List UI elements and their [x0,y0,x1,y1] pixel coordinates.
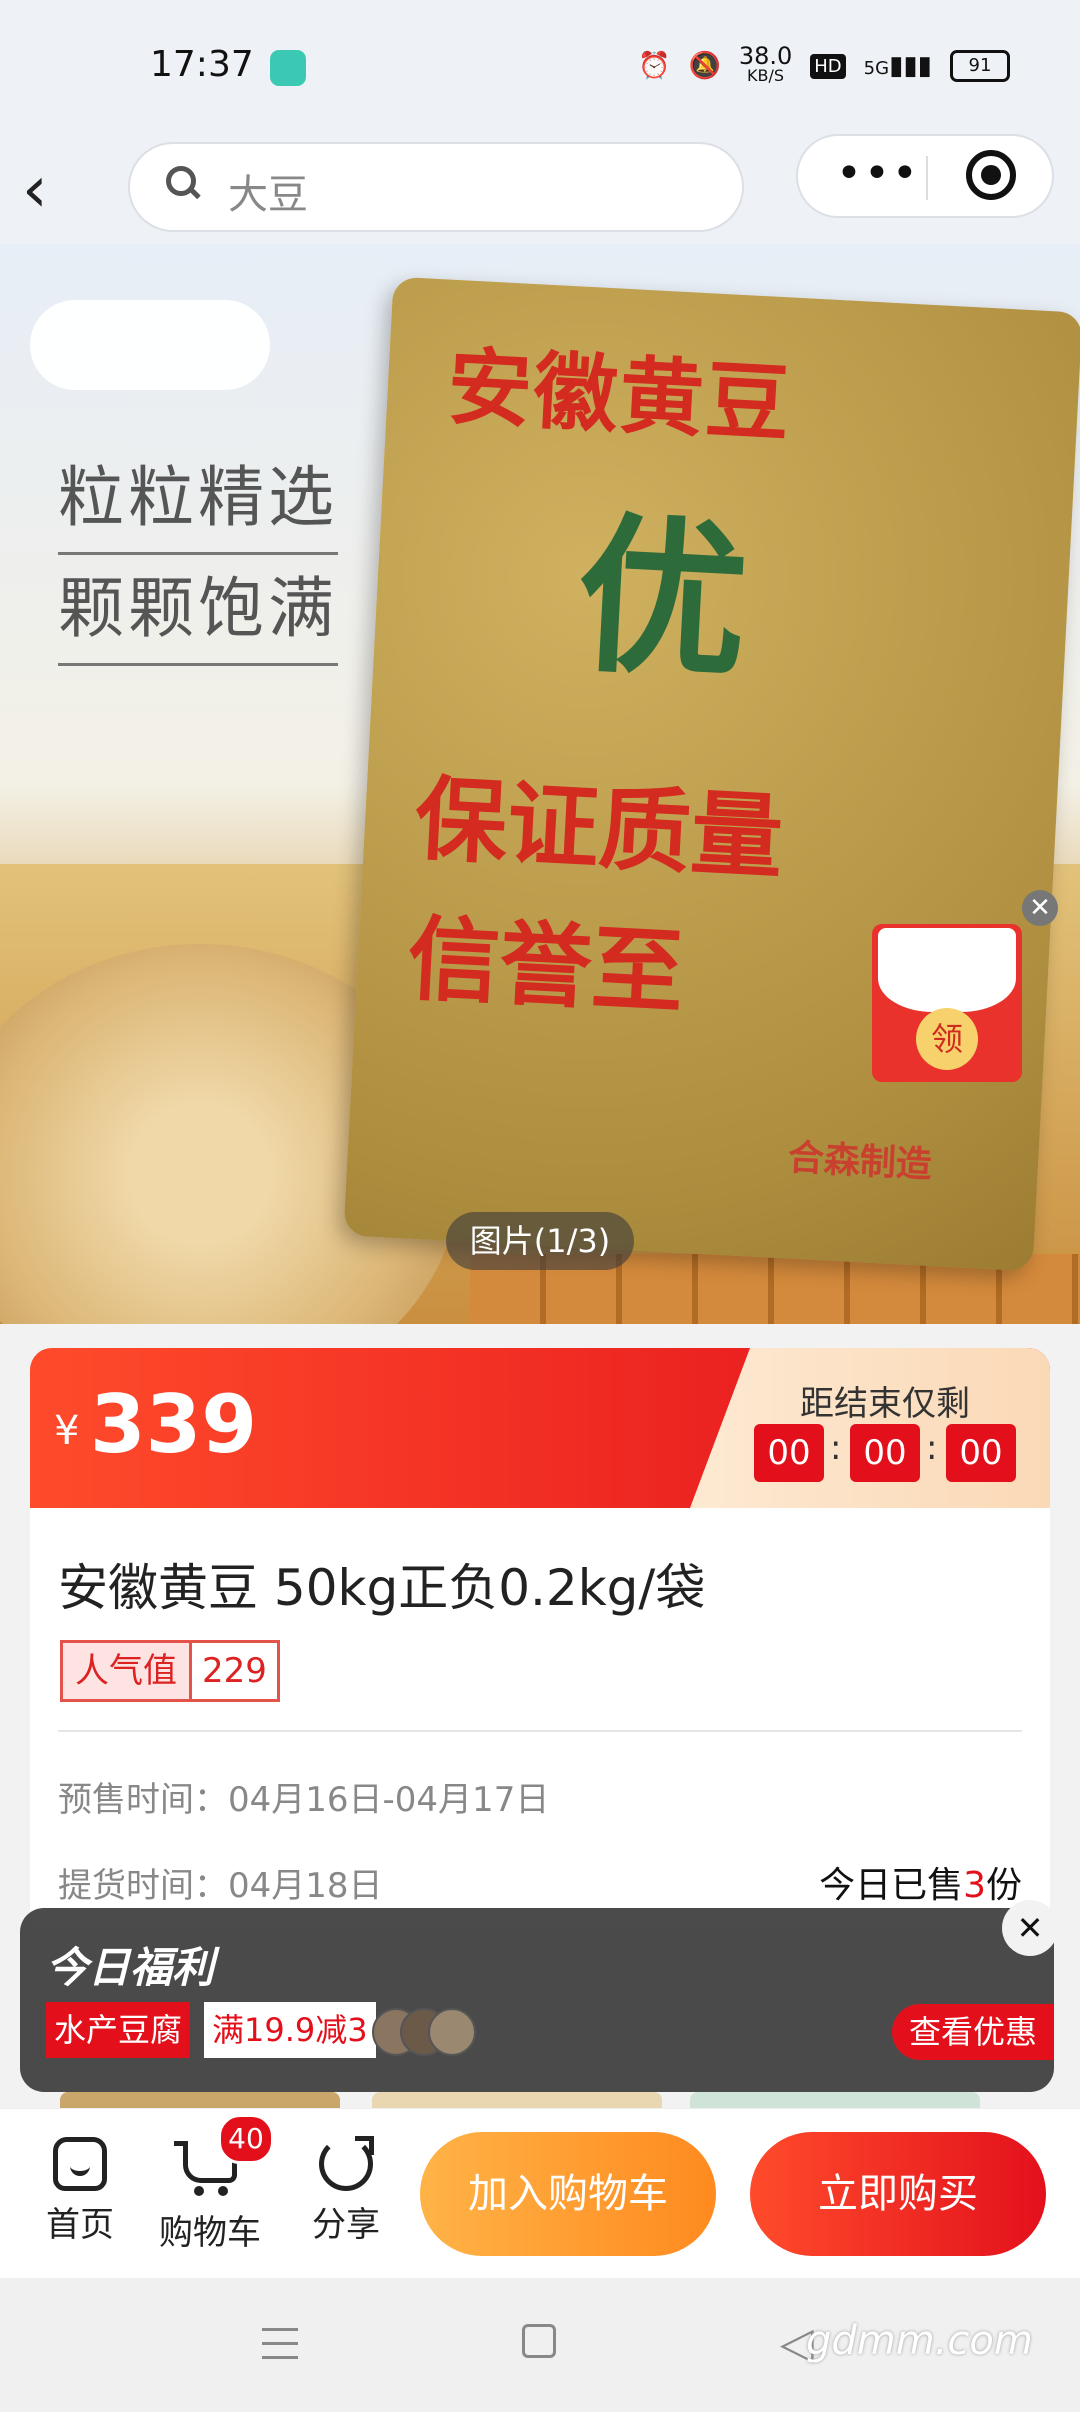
hd-icon: HD [810,53,846,79]
battery-icon: 91 [950,50,1010,82]
countdown-minutes: 00 [850,1424,920,1482]
divider [58,1730,1022,1732]
countdown-separator: : [830,1428,842,1468]
search-bar[interactable]: 大豆 [128,142,744,232]
welfare-category-tag: 水产豆腐 [46,2002,191,2058]
slogan-line-1: 粒粒精选 [58,444,338,555]
mute-icon: 🔕 [688,51,721,81]
home-button-icon[interactable] [522,2324,556,2358]
nav-share[interactable]: 分享 [286,2136,406,2246]
miniprogram-capsule: ••• [796,134,1054,218]
search-icon [166,166,196,196]
search-query: 大豆 [228,172,308,218]
currency-symbol: ¥ [54,1408,80,1454]
presale-time: 预售时间：04月16日-04月17日 [58,1780,550,1820]
more-dots-icon[interactable]: ••• [836,152,920,196]
countdown-seconds: 00 [946,1424,1016,1482]
sold-prefix: 今日已售 [819,1865,964,1906]
nav-share-label: 分享 [312,2205,380,2245]
nav-home[interactable]: 首页 [20,2137,140,2246]
product-info-card: 安徽黄豆 50kg正负0.2kg/袋 人气值 229 预售时间：04月16日-0… [30,1508,1050,1928]
status-indicators: ⏰ 🔕 38.0 KB/S HD 5G▮▮▮ 91 [638,42,1010,86]
welfare-deal-tag: 满19.9减3 [204,2002,376,2058]
notification-app-icon [270,50,306,86]
capsule-divider [926,156,928,200]
net-speed: 38.0 KB/S [738,42,793,86]
popularity-value: 229 [202,1651,267,1691]
pickup-time: 提货时间：04月18日 [58,1866,383,1906]
coupon-envelope [878,928,1016,1012]
sold-suffix: 份 [985,1865,1022,1906]
share-icon [319,2136,374,2191]
content-peek [372,2092,662,2108]
view-offer-button[interactable]: 查看优惠 [892,2004,1054,2060]
buy-now-button[interactable]: 立即购买 [750,2132,1046,2256]
cloud-decoration [30,300,270,390]
product-price: 339 [90,1378,257,1471]
nav-cart-label: 购物车 [159,2213,261,2253]
cart-count-badge: 40 [218,2114,274,2164]
sack-maker: 合森制造 [786,1137,933,1186]
nav-home-label: 首页 [46,2205,114,2245]
alarm-icon: ⏰ [638,51,671,81]
signal-icon: 5G▮▮▮ [863,51,932,81]
popularity-label: 人气值 [63,1643,192,1699]
avatar [428,2008,476,2056]
buyer-avatars [372,2008,502,2056]
system-nav-bar: ◁ gdmm.com [0,2278,1080,2412]
popularity-badge: 人气值 229 [60,1640,280,1702]
net-speed-value: 38.0 [738,42,793,70]
signal-label: 5G [863,58,890,79]
back-arrow-icon[interactable]: ‹ [22,150,82,230]
status-bar: 17:37 ⏰ 🔕 38.0 KB/S HD 5G▮▮▮ 91 [0,0,1080,136]
price-banner: ¥ 339 距结束仅剩 00 : 00 : 00 [30,1348,1050,1508]
welfare-popup: 今日福利 ✕ 水产豆腐 满19.9减3 查看优惠 [20,1900,1058,2092]
sack-slogan-2: 信誉至 [405,904,687,1027]
coupon-claim-label: 领 [916,1008,978,1070]
soybean-sack: 安徽黄豆 优 保证质量 信誉至 合森制造 [343,276,1080,1272]
welfare-title: 今日福利 [46,1943,215,1992]
close-target-icon[interactable] [966,150,1016,200]
sack-brand: 安徽黄豆 [445,336,795,454]
product-image-carousel[interactable]: 粒粒精选 颗颗饱满 安徽黄豆 优 保证质量 信誉至 合森制造 图片(1/3) [0,244,1080,1324]
countdown-label: 距结束仅剩 [800,1384,970,1424]
close-icon[interactable]: ✕ [1002,1900,1058,1956]
status-time: 17:37 [150,44,254,85]
recent-apps-icon[interactable] [262,2328,298,2360]
sack-slogan: 保证质量 信誉至 [404,749,786,1048]
sold-today: 今日已售3份 [819,1856,1022,1908]
slogan-line-2: 颗颗饱满 [58,555,338,666]
coupon-close-icon[interactable]: ✕ [1022,890,1058,926]
sack-slogan-1: 保证质量 [412,764,786,892]
countdown-hours: 00 [754,1424,824,1482]
coupon-float-button[interactable]: 领 [872,924,1022,1082]
image-counter: 图片(1/3) [446,1212,634,1270]
sold-count: 3 [963,1865,986,1906]
product-slogan: 粒粒精选 颗颗饱满 [58,444,338,666]
content-peek [60,2092,340,2108]
add-to-cart-button[interactable]: 加入购物车 [420,2132,716,2256]
home-icon [53,2137,107,2191]
watermark: gdmm.com [806,2318,1033,2364]
content-peek [690,2092,980,2108]
countdown-separator: : [926,1428,938,1468]
sack-grade: 优 [571,494,753,704]
product-title: 安徽黄豆 50kg正负0.2kg/袋 [58,1559,706,1617]
